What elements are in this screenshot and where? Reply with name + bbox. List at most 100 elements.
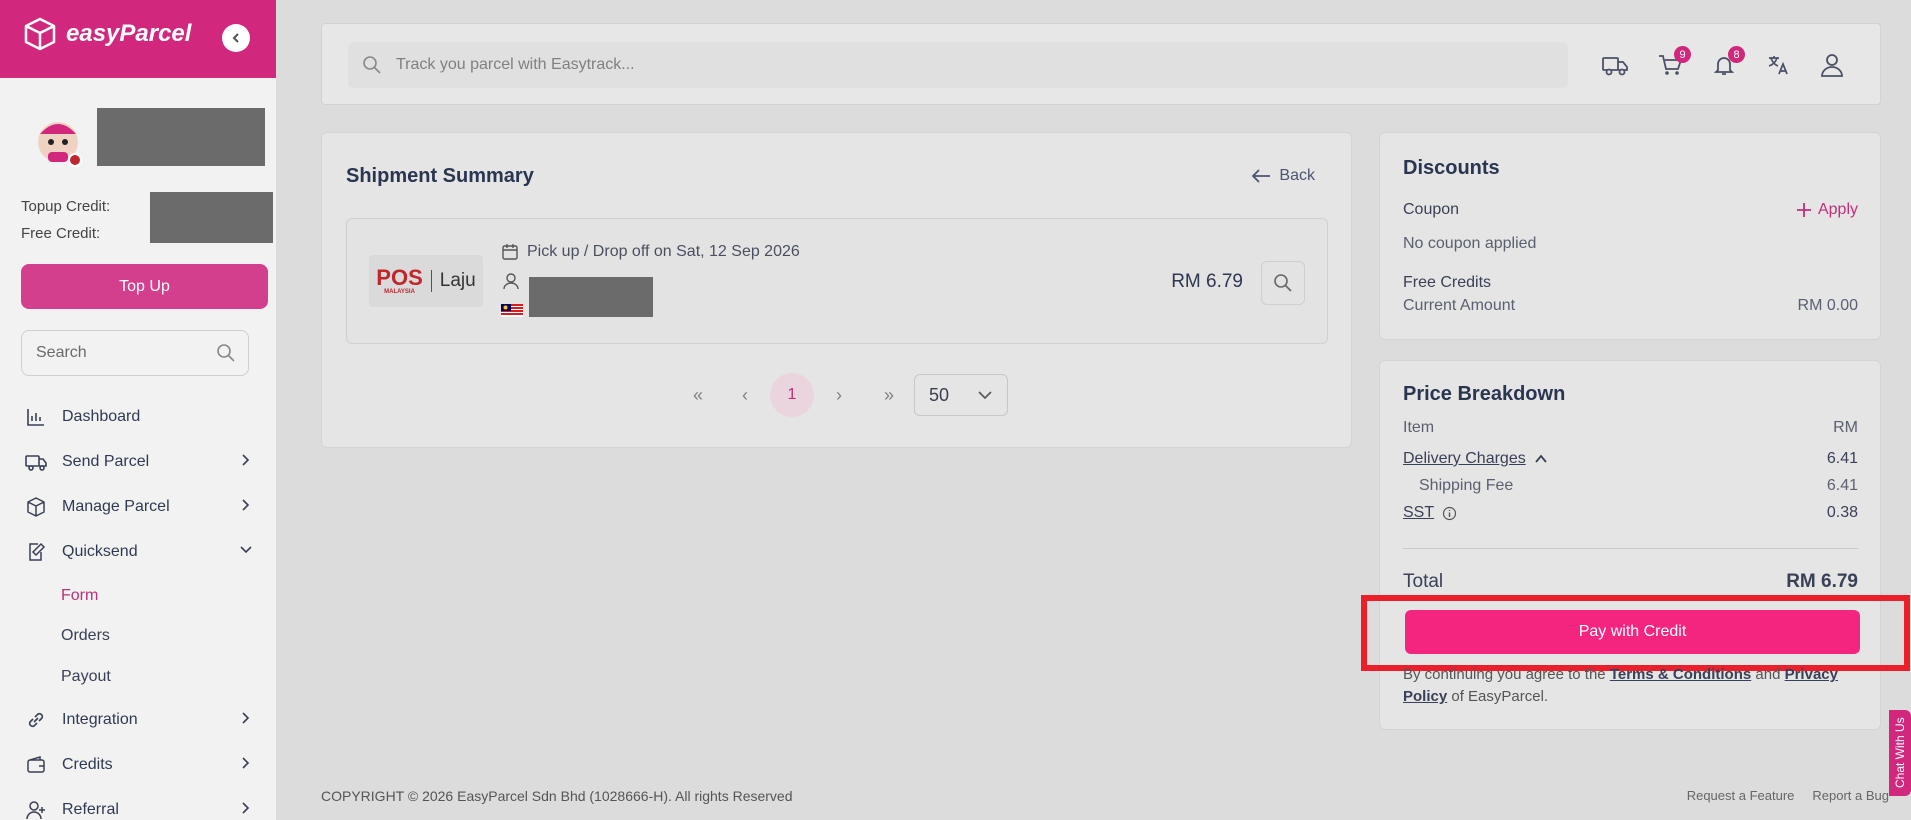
- redacted-recipient: [529, 277, 653, 317]
- language-button[interactable]: [1763, 50, 1793, 80]
- chevron-right-icon: [242, 454, 250, 466]
- delivery-charges-row: Delivery Charges 6.41: [1403, 450, 1858, 468]
- courier-logo: POS MALAYSIA Laju: [369, 255, 483, 307]
- terms-prefix: By continuing you agree to the: [1403, 666, 1606, 683]
- sidebar-item-integration[interactable]: Integration: [24, 705, 254, 735]
- easytrack-search-input[interactable]: Track you parcel with Easytrack...: [348, 42, 1568, 88]
- current-amount-label: Current Amount: [1403, 297, 1516, 314]
- info-icon[interactable]: [1442, 506, 1457, 521]
- notification-count-badge: 8: [1728, 46, 1745, 63]
- request-feature-link[interactable]: Request a Feature: [1687, 788, 1795, 803]
- malaysia-flag-icon: [501, 304, 523, 317]
- chevron-down-icon: [240, 546, 252, 554]
- coupon-label: Coupon: [1403, 201, 1460, 218]
- sidebar-search-placeholder: Search: [36, 344, 87, 361]
- last-page-icon[interactable]: »: [864, 385, 914, 406]
- translate-icon: [1768, 56, 1788, 75]
- sidebar-search-input[interactable]: Search: [21, 330, 249, 376]
- delivery-truck-button[interactable]: [1600, 50, 1630, 80]
- sidebar-item-label: Quicksend: [62, 543, 138, 560]
- wallet-icon: [24, 753, 48, 777]
- easytrack-placeholder: Track you parcel with Easytrack...: [396, 56, 635, 73]
- avatar[interactable]: [30, 112, 86, 168]
- shipment-summary-card: Shipment Summary Back POS MALAYSIA Laju …: [321, 132, 1352, 448]
- sidebar-item-credits[interactable]: Credits: [24, 750, 254, 780]
- shipping-fee-row: Shipping Fee 6.41: [1419, 477, 1858, 495]
- pickup-text: Pick up / Drop off on Sat, 12 Sep 2026: [527, 243, 800, 260]
- chat-with-us-tab[interactable]: Chat With Us: [1889, 710, 1911, 796]
- per-page-value: 50: [929, 384, 950, 405]
- apply-coupon-button[interactable]: Apply: [1796, 201, 1858, 219]
- top-bar: Track you parcel with Easytrack... 9 8: [321, 23, 1881, 105]
- delivery-charges-value: 6.41: [1826, 450, 1858, 467]
- delivery-charges-toggle[interactable]: Delivery Charges: [1403, 450, 1548, 468]
- sidebar-item-label: Manage Parcel: [62, 498, 170, 515]
- item-label: Item: [1403, 419, 1435, 436]
- page-number-current[interactable]: 1: [770, 373, 814, 417]
- truck-icon: [24, 450, 48, 474]
- profile-button[interactable]: [1817, 50, 1847, 80]
- price-breakdown-title: Price Breakdown: [1403, 383, 1566, 405]
- sst-label: SST: [1403, 504, 1435, 521]
- terms-suffix: of EasyParcel.: [1451, 688, 1549, 705]
- user-icon: [1821, 54, 1843, 77]
- courier-service-name: Laju: [430, 270, 476, 292]
- discounts-title: Discounts: [1403, 157, 1500, 179]
- pagination: « ‹ 1 › » 50: [667, 373, 1017, 417]
- mascot-avatar-icon: [38, 122, 82, 167]
- shipment-row: POS MALAYSIA Laju Pick up / Drop off on …: [346, 218, 1328, 344]
- sidebar-subitem-payout[interactable]: Payout: [61, 668, 111, 686]
- sidebar-item-referral[interactable]: Referral: [24, 795, 254, 820]
- sidebar-item-manage-parcel[interactable]: Manage Parcel: [24, 492, 254, 522]
- shipment-price: RM 6.79: [1171, 271, 1243, 292]
- top-up-button[interactable]: Top Up: [21, 264, 268, 309]
- chevron-up-icon: [1535, 454, 1547, 463]
- collapse-sidebar-button[interactable]: [222, 24, 250, 52]
- brand-logo[interactable]: easyParcel: [22, 16, 191, 52]
- user-plus-icon: [24, 798, 48, 820]
- shipping-fee-value: 6.41: [1826, 477, 1858, 494]
- terms-and: and: [1755, 666, 1781, 683]
- courier-logo-main: POS: [376, 265, 423, 290]
- current-amount-value: RM 0.00: [1797, 297, 1858, 314]
- item-header-row: Item RM: [1403, 419, 1858, 437]
- redacted-username: [97, 108, 265, 166]
- sidebar-header: easyParcel: [0, 0, 276, 78]
- delivery-charges-label: Delivery Charges: [1403, 450, 1526, 467]
- pickup-info: Pick up / Drop off on Sat, 12 Sep 2026: [501, 243, 800, 261]
- courier-logo-sub: MALAYSIA: [384, 289, 415, 295]
- truck-icon: [1602, 57, 1628, 76]
- free-credits-label: Free Credits: [1403, 274, 1492, 291]
- terms-link[interactable]: Terms & Conditions: [1610, 666, 1751, 683]
- report-bug-link[interactable]: Report a Bug: [1812, 788, 1889, 803]
- apply-label: Apply: [1817, 201, 1858, 218]
- sidebar-item-label: Dashboard: [62, 408, 141, 425]
- next-page-icon[interactable]: ›: [814, 385, 864, 406]
- sidebar-subitem-form[interactable]: Form: [61, 587, 98, 605]
- sidebar-item-label: Referral: [62, 801, 119, 818]
- calendar-icon: [502, 244, 518, 260]
- chevron-right-icon: [242, 757, 250, 769]
- total-value: RM 6.79: [1786, 571, 1858, 592]
- first-page-icon[interactable]: «: [676, 385, 720, 406]
- chevron-left-icon: [232, 33, 239, 43]
- shipment-details-button[interactable]: [1261, 261, 1305, 305]
- sst-row: SST 0.38: [1403, 504, 1858, 522]
- edit-icon: [24, 540, 48, 564]
- prev-page-icon[interactable]: ‹: [720, 385, 770, 406]
- divider: [1403, 548, 1858, 549]
- page-title: Shipment Summary: [346, 165, 534, 187]
- chevron-right-icon: [242, 712, 250, 724]
- cart-button[interactable]: 9: [1655, 46, 1691, 80]
- per-page-select[interactable]: 50: [914, 374, 1008, 416]
- sidebar-item-label: Send Parcel: [62, 453, 150, 470]
- sidebar-item-quicksend[interactable]: Quicksend: [24, 537, 254, 567]
- free-credit-label: Free Credit:: [21, 225, 101, 242]
- sidebar-item-dashboard[interactable]: Dashboard: [24, 402, 254, 432]
- sst-value: 0.38: [1826, 504, 1858, 521]
- sidebar-subitem-orders[interactable]: Orders: [61, 627, 110, 645]
- notifications-button[interactable]: 8: [1709, 46, 1745, 80]
- back-button[interactable]: Back: [1251, 167, 1315, 185]
- sidebar-item-send-parcel[interactable]: Send Parcel: [24, 447, 254, 477]
- copyright-text: COPYRIGHT © 2026 EasyParcel Sdn Bhd (102…: [321, 788, 793, 804]
